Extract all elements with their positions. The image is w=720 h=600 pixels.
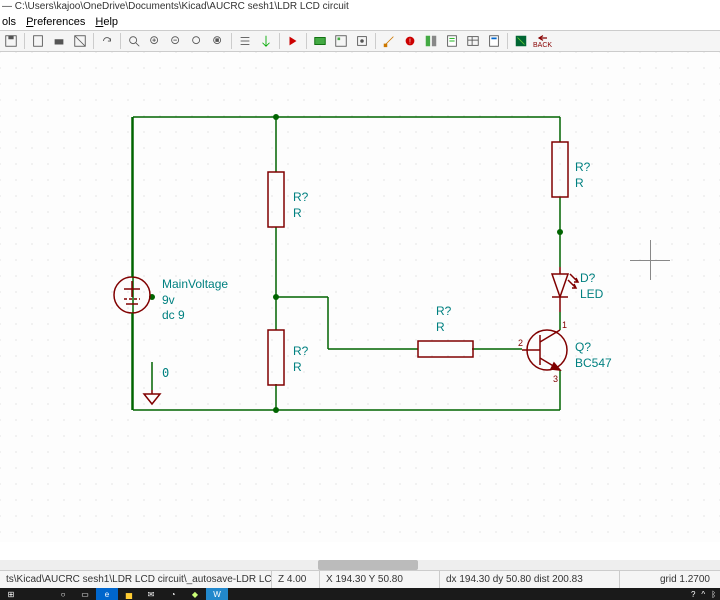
status-coords: X 194.30 Y 50.80 (320, 571, 440, 588)
footprint-editor-icon[interactable] (353, 32, 371, 50)
leave-sheet-icon[interactable] (257, 32, 275, 50)
app-icon[interactable]: ◆ (184, 588, 206, 600)
status-delta: dx 194.30 dy 50.80 dist 200.83 (440, 571, 620, 588)
symbol-editor-icon[interactable] (311, 32, 329, 50)
pcb-editor-icon[interactable] (512, 32, 530, 50)
mail-icon[interactable]: ✉ (140, 588, 162, 600)
transistor-label: Q?BC547 (575, 340, 612, 371)
task-view-icon[interactable]: ▭ (74, 588, 96, 600)
title-bar: — C:\Users\kajoo\OneDrive\Documents\Kica… (0, 0, 720, 14)
svg-text:2: 2 (518, 338, 523, 348)
help-icon[interactable]: ? (691, 590, 695, 599)
page-settings-icon[interactable] (29, 32, 47, 50)
netlist-icon[interactable] (443, 32, 461, 50)
chevron-up-icon[interactable]: ^ (701, 590, 705, 599)
scrollbar-thumb[interactable] (318, 560, 418, 570)
status-grid: grid 1.2700 (620, 571, 720, 588)
taskbar[interactable]: ⊞ ○ ▭ e ▅ ✉ ◔ ◆ W ? ^ ᛒ (0, 588, 720, 600)
source-label: MainVoltage 9v dc 9 (162, 277, 228, 324)
zoom-selection-icon[interactable] (188, 32, 206, 50)
menu-tools[interactable]: ols (2, 16, 16, 28)
menu-bar: ols Preferences Help (0, 14, 720, 30)
horizontal-scrollbar[interactable] (0, 560, 720, 570)
toolbar: ! BACK (0, 30, 720, 52)
zoom-auto-icon[interactable] (209, 32, 227, 50)
assign-footprints-icon[interactable] (422, 32, 440, 50)
led-label: D?LED (580, 271, 603, 302)
menu-preferences[interactable]: Preferences (26, 16, 85, 28)
schematic-canvas[interactable]: 1 2 3 MainVoltage 9v dc 9 0 R?R R?R R?R … (0, 52, 720, 542)
zoom-in-icon[interactable] (146, 32, 164, 50)
status-zoom: Z 4.00 (272, 571, 320, 588)
zoom-fit-icon[interactable] (125, 32, 143, 50)
redo-icon[interactable] (98, 32, 116, 50)
svg-text:!: ! (409, 39, 411, 46)
menu-help[interactable]: Help (95, 16, 118, 28)
zoom-out-icon[interactable] (167, 32, 185, 50)
r4-label: R?R (575, 160, 590, 191)
erc-icon[interactable]: ! (401, 32, 419, 50)
tray[interactable]: ? ^ ᛒ (691, 590, 716, 599)
edge-icon[interactable]: e (96, 588, 118, 600)
status-path: ts\Kicad\AUCRC sesh1\LDR LCD circuit\_au… (0, 571, 272, 588)
annotate-icon[interactable] (380, 32, 398, 50)
print-icon[interactable] (50, 32, 68, 50)
r3-label: R?R (436, 304, 451, 335)
bluetooth-icon[interactable]: ᛒ (711, 590, 716, 599)
svg-text:1: 1 (562, 320, 567, 330)
search-icon[interactable]: ○ (52, 588, 74, 600)
r2-label: R?R (293, 344, 308, 375)
start-icon[interactable]: ⊞ (0, 588, 22, 600)
word-icon[interactable]: W (206, 588, 228, 600)
plot-icon[interactable] (71, 32, 89, 50)
bom-icon[interactable] (485, 32, 503, 50)
r1-label: R?R (293, 190, 308, 221)
steam-icon[interactable]: ◔ (162, 588, 184, 600)
status-bar: ts\Kicad\AUCRC sesh1\LDR LCD circuit\_au… (0, 570, 720, 588)
back-button[interactable]: BACK (533, 32, 552, 50)
browse-libs-icon[interactable] (332, 32, 350, 50)
schematic-drawing: 1 2 3 (0, 52, 720, 542)
explorer-icon[interactable]: ▅ (118, 588, 140, 600)
symbol-fields-icon[interactable] (464, 32, 482, 50)
hierarchy-icon[interactable] (236, 32, 254, 50)
svg-text:3: 3 (553, 374, 558, 384)
gnd-label: 0 (162, 366, 169, 382)
run-simulator-icon[interactable] (284, 32, 302, 50)
save-icon[interactable] (2, 32, 20, 50)
